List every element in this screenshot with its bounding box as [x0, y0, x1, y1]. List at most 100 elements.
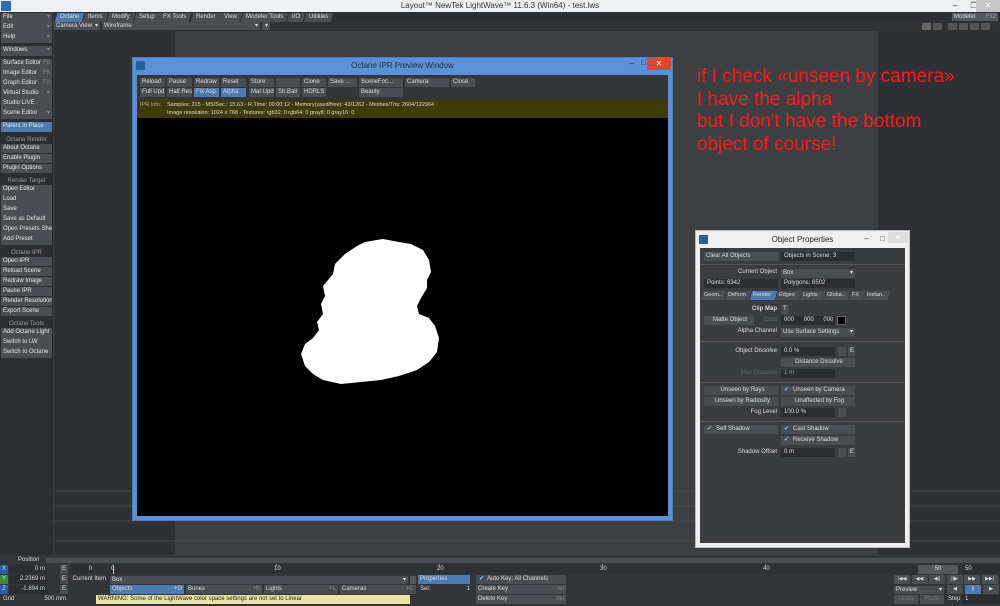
transport-prev-frame-icon[interactable]: ◀||: [929, 575, 945, 584]
op-maximize-button[interactable]: □: [880, 234, 885, 243]
shadow-offset-input[interactable]: 0 m: [781, 448, 835, 457]
ipr-hdrls-button[interactable]: HDRLS: [302, 88, 326, 97]
bones-button[interactable]: Bones +B: [186, 585, 262, 594]
maximize-viewport-icon[interactable]: [922, 23, 931, 30]
play-reverse-icon[interactable]: ◀: [947, 585, 963, 594]
self-shadow-checkbox[interactable]: ✔ Self Shadow: [704, 425, 778, 434]
ipr-reload-button[interactable]: Reload: [140, 78, 165, 87]
sidebar-item-virtual-studio[interactable]: Virtual Studio ▾: [1, 89, 52, 99]
sidebar-item-switch-to-octane[interactable]: Switch to Octane: [1, 348, 52, 358]
timeline-scrollbar[interactable]: [46, 558, 1000, 563]
tab-fxtools[interactable]: FX Tools: [158, 13, 192, 22]
sidebar-item-file[interactable]: File ▾: [1, 13, 52, 23]
sidebar-item-help[interactable]: Help ▾: [1, 33, 52, 43]
rotate-view-icon[interactable]: [959, 23, 968, 30]
transport-first-frame-icon[interactable]: |◀◀: [894, 575, 910, 584]
max-distance-input[interactable]: 1 m: [781, 369, 835, 378]
receive-shadow-checkbox[interactable]: ✔ Receive Shadow: [781, 436, 855, 445]
lights-button[interactable]: Lights +L: [264, 585, 338, 594]
unaffected-by-fog-checkbox[interactable]: Unaffected by Fog: [781, 397, 855, 406]
ipr-store-slot-button[interactable]: [276, 78, 300, 87]
view-type-dropdown[interactable]: Camera View: [54, 22, 100, 30]
play-pause-icon[interactable]: ||: [965, 585, 981, 594]
sidebar-item-windows[interactable]: Windows ▾: [1, 46, 52, 56]
sidebar-item-scene-editor[interactable]: Scene Editor ▾: [1, 109, 52, 119]
sidebar-item-edit[interactable]: Edit ▾: [1, 23, 52, 33]
ipr-pause-button[interactable]: Pause: [167, 78, 192, 87]
delete-key-button[interactable]: Delete Key del: [476, 595, 566, 604]
unseen-by-camera-checkbox[interactable]: ✔ Unseen by Camera: [781, 386, 855, 395]
ipr-scenefoc-button[interactable]: SceneFoc...: [359, 78, 403, 87]
ipr-halfres-button[interactable]: Half Res: [167, 88, 192, 97]
ipr-fixasp-button[interactable]: Fix Asp.: [194, 88, 219, 97]
timeline[interactable]: 0 10 20 30 40: [96, 564, 960, 574]
sidebar-item-surface-editor[interactable]: Surface Editor F5: [1, 59, 52, 69]
matte-object-button[interactable]: Matte Object: [704, 316, 754, 325]
properties-button[interactable]: Properties: [418, 575, 470, 584]
tab-utilities[interactable]: Utilities: [304, 13, 335, 22]
fog-level-input[interactable]: 100.0 %: [781, 408, 835, 417]
sidebar-item-switch-to-lw[interactable]: Switch to LW: [1, 338, 52, 348]
op-tab-globa[interactable]: Globa..: [823, 291, 851, 300]
render-mode-dropdown[interactable]: Wireframe: [102, 22, 260, 30]
ipr-reset-button[interactable]: Reset: [221, 78, 246, 87]
sidebar-item-graph-editor[interactable]: Graph Editor F2: [1, 79, 52, 89]
op-tab-instan[interactable]: Instan..: [863, 291, 891, 300]
op-close-button[interactable]: ✕: [888, 232, 908, 243]
modeler-button[interactable]: Modeler F12: [952, 13, 998, 21]
sidebar-item-open-ipr[interactable]: Open IPR: [1, 256, 52, 266]
play-forward-icon[interactable]: ▶: [983, 585, 999, 594]
sidebar-item-plugin-options[interactable]: Plugin Options: [1, 163, 52, 173]
ipr-minimize-button[interactable]: –: [630, 59, 634, 68]
sidebar-item-save[interactable]: Save: [1, 205, 52, 215]
tab-view[interactable]: View: [219, 13, 243, 22]
tab-modify[interactable]: Modify: [106, 13, 135, 22]
ipr-close-button[interactable]: ✕: [647, 58, 671, 70]
shadow-offset-e-button[interactable]: E: [848, 448, 855, 457]
viewport-nav-icons[interactable]: [922, 23, 998, 30]
ipr-close-button[interactable]: Close: [451, 78, 475, 87]
tab-items[interactable]: Items: [83, 13, 109, 22]
sidebar-item-render-resolution[interactable]: Render Resolution: [1, 296, 52, 306]
transport-next-frame-icon[interactable]: ||▶: [946, 575, 963, 584]
sidebar-item-add-octane-light[interactable]: Add Octane Light: [1, 328, 52, 338]
object-dissolve-input[interactable]: 0.0 %: [781, 347, 835, 356]
unseen-by-rays-checkbox[interactable]: Unseen by Rays: [704, 386, 778, 395]
op-tab-edges[interactable]: Edges: [775, 291, 802, 300]
op-tab-lights[interactable]: Lights: [799, 291, 826, 300]
viewport-layout-icon[interactable]: [933, 23, 942, 30]
create-key-button[interactable]: Create Key ret: [476, 585, 566, 594]
sidebar-item-enable-plugin[interactable]: Enable Plugin: [1, 153, 52, 163]
sidebar-item-open-presets-shelf[interactable]: Open Presets Shelf: [1, 225, 52, 235]
z-position-input[interactable]: -1.894 m: [9, 585, 47, 594]
current-item-dropdown[interactable]: Box: [110, 576, 408, 584]
y-e-button[interactable]: E: [60, 575, 68, 584]
shadow-offset-envelope-icon[interactable]: [838, 448, 846, 457]
ipr-beauty-button[interactable]: Beauty: [359, 88, 403, 97]
ipr-redraw-button[interactable]: Redraw: [194, 78, 219, 87]
x-position-input[interactable]: 0 m: [9, 565, 47, 574]
close-button[interactable]: ✕: [976, 0, 1000, 12]
sidebar-item-about-octane[interactable]: About Octane: [1, 143, 52, 153]
item-lock-icon[interactable]: [410, 576, 416, 584]
ipr-maximize-button[interactable]: □: [641, 58, 646, 67]
sidebar-item-redraw-image[interactable]: Redraw Image: [1, 276, 52, 286]
sidebar-item-studio-live[interactable]: Studio LIVE: [1, 99, 52, 109]
ipr-render-view[interactable]: [137, 118, 668, 516]
unseen-by-radiosity-checkbox[interactable]: Unseen by Radiosity: [704, 397, 778, 406]
tab-setup[interactable]: Setup: [133, 13, 160, 22]
z-e-button[interactable]: E: [60, 585, 68, 594]
step-input[interactable]: 1: [962, 595, 1000, 604]
end-frame-slider[interactable]: 50: [918, 565, 958, 574]
op-tab-deform[interactable]: Deform: [724, 291, 752, 300]
op-minimize-button[interactable]: –: [865, 234, 869, 243]
ipr-shball-button[interactable]: Sh.Ball: [276, 88, 300, 97]
sidebar-item-image-editor[interactable]: Image Editor F6: [1, 69, 52, 79]
tab-modelertools[interactable]: Modeler Tools: [241, 13, 289, 22]
op-tab-fx[interactable]: FX: [848, 291, 866, 300]
ipr-alpha-button[interactable]: Alpha: [221, 88, 246, 97]
op-tab-render[interactable]: Render: [749, 291, 778, 300]
ipr-camera-button[interactable]: Camera: [405, 78, 449, 87]
clear-all-objects-button[interactable]: Clear All Objects: [704, 252, 778, 261]
matte-color-values[interactable]: 000 000 000: [781, 316, 835, 325]
